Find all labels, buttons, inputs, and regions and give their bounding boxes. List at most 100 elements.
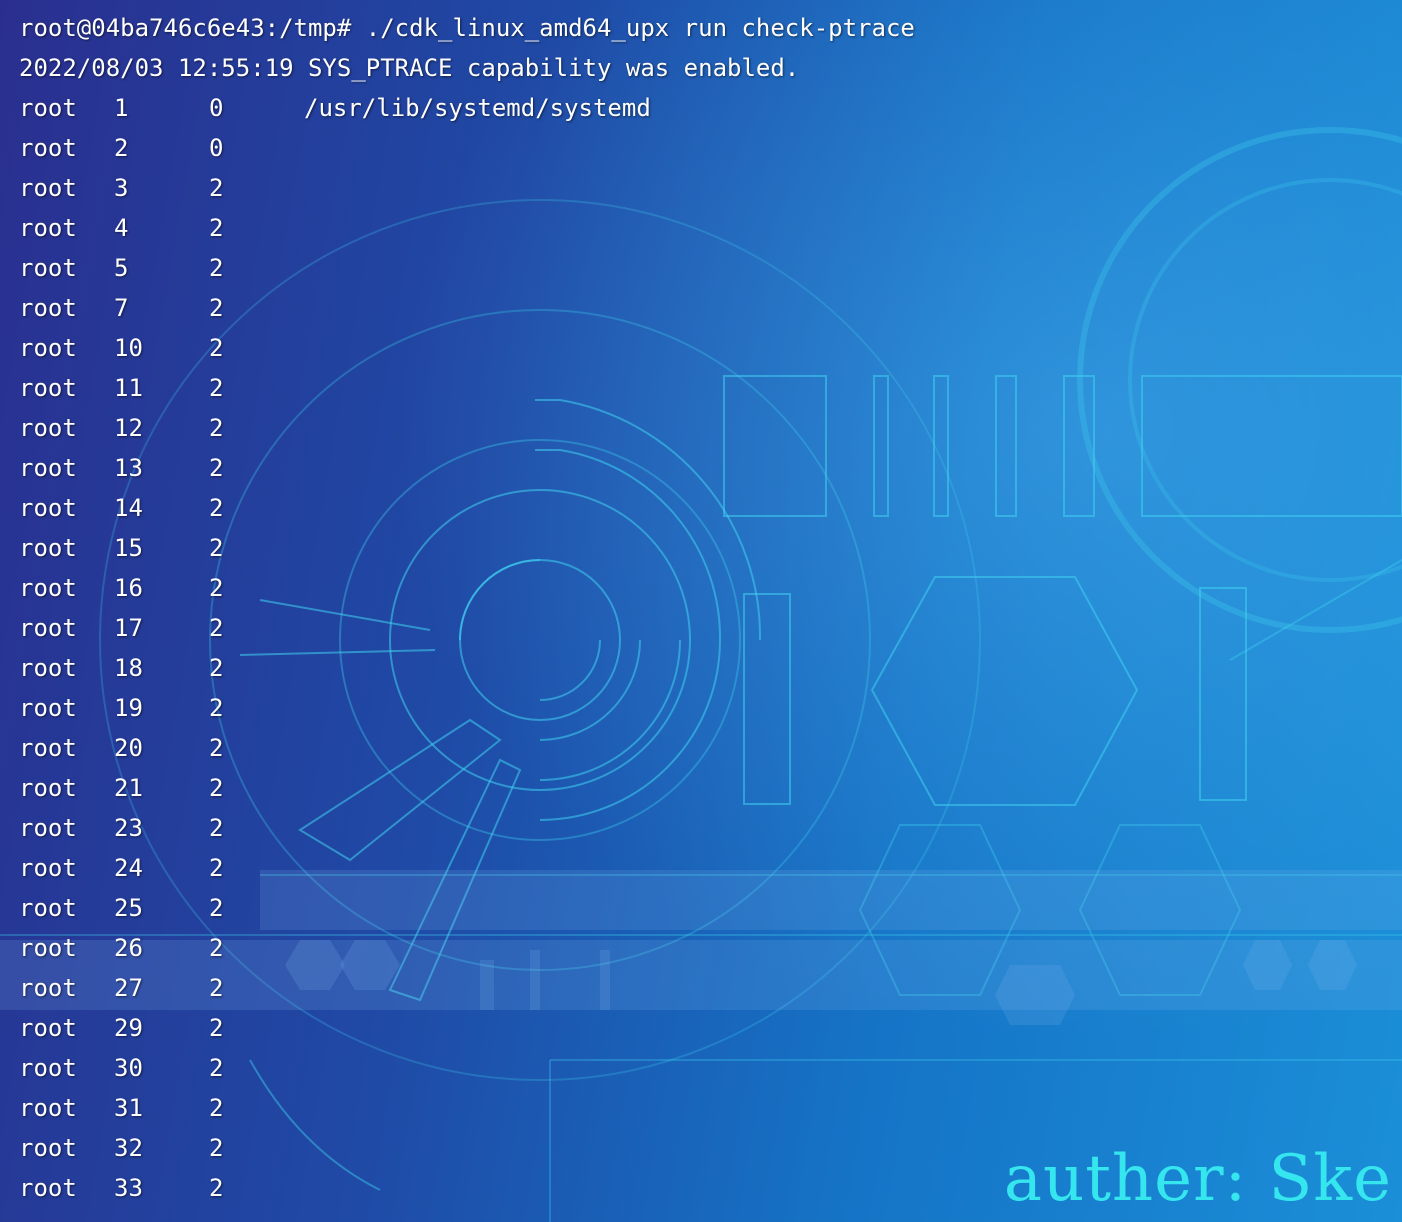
process-user: root xyxy=(19,94,77,122)
process-user: root xyxy=(19,774,77,802)
process-pid: 2 xyxy=(114,134,129,162)
process-pid: 12 xyxy=(114,414,143,442)
process-pid: 4 xyxy=(114,214,129,242)
process-pid: 16 xyxy=(114,574,143,602)
process-pid: 10 xyxy=(114,334,143,362)
process-ppid: 2 xyxy=(209,574,224,602)
process-ppid: 2 xyxy=(209,734,224,762)
process-user: root xyxy=(19,534,77,562)
process-row: root 7 2 xyxy=(19,288,1389,328)
process-user: root xyxy=(19,854,77,882)
process-row: root 4 2 xyxy=(19,208,1389,248)
process-user: root xyxy=(19,1174,77,1202)
process-pid: 27 xyxy=(114,974,143,1002)
process-row: root 29 2 xyxy=(19,1008,1389,1048)
process-user: root xyxy=(19,974,77,1002)
process-row: root 19 2 xyxy=(19,688,1389,728)
process-pid: 1 xyxy=(114,94,129,122)
process-ppid: 2 xyxy=(209,894,224,922)
process-row: root 24 2 xyxy=(19,848,1389,888)
process-row: root 2 0 xyxy=(19,128,1389,168)
process-user: root xyxy=(19,814,77,842)
process-row: root 15 2 xyxy=(19,528,1389,568)
process-row: root 10 2 xyxy=(19,328,1389,368)
process-row: root 1 0/usr/lib/systemd/systemd xyxy=(19,88,1389,128)
process-ppid: 2 xyxy=(209,534,224,562)
process-pid: 32 xyxy=(114,1134,143,1162)
process-ppid: 2 xyxy=(209,494,224,522)
process-ppid: 2 xyxy=(209,1094,224,1122)
process-user: root xyxy=(19,934,77,962)
process-ppid: 0 xyxy=(209,94,224,122)
process-ppid: 2 xyxy=(209,1134,224,1162)
process-ppid: 2 xyxy=(209,654,224,682)
process-pid: 5 xyxy=(114,254,129,282)
process-row: root 21 2 xyxy=(19,768,1389,808)
author-watermark: auther: Ske xyxy=(1003,1142,1392,1216)
process-row: root 30 2 xyxy=(19,1048,1389,1088)
process-pid: 30 xyxy=(114,1054,143,1082)
process-row: root 23 2 xyxy=(19,808,1389,848)
process-pid: 21 xyxy=(114,774,143,802)
process-pid: 14 xyxy=(114,494,143,522)
process-pid: 23 xyxy=(114,814,143,842)
process-row: root 18 2 xyxy=(19,648,1389,688)
process-ppid: 2 xyxy=(209,214,224,242)
process-ppid: 2 xyxy=(209,454,224,482)
process-pid: 33 xyxy=(114,1174,143,1202)
process-cmd: /usr/lib/systemd/systemd xyxy=(304,94,651,122)
command-line: root@04ba746c6e43:/tmp# ./cdk_linux_amd6… xyxy=(19,14,915,42)
process-row: root 3 2 xyxy=(19,168,1389,208)
process-row: root 14 2 xyxy=(19,488,1389,528)
process-user: root xyxy=(19,654,77,682)
process-user: root xyxy=(19,574,77,602)
process-ppid: 2 xyxy=(209,174,224,202)
process-pid: 3 xyxy=(114,174,129,202)
process-pid: 24 xyxy=(114,854,143,882)
status-line: 2022/08/03 12:55:19 SYS_PTRACE capabilit… xyxy=(19,54,800,82)
process-row: root 20 2 xyxy=(19,728,1389,768)
process-ppid: 2 xyxy=(209,934,224,962)
process-row: root 25 2 xyxy=(19,888,1389,928)
process-row: root 27 2 xyxy=(19,968,1389,1008)
process-user: root xyxy=(19,694,77,722)
process-ppid: 2 xyxy=(209,1054,224,1082)
process-row: root 5 2 xyxy=(19,248,1389,288)
process-user: root xyxy=(19,1054,77,1082)
process-pid: 26 xyxy=(114,934,143,962)
process-user: root xyxy=(19,414,77,442)
process-ppid: 2 xyxy=(209,774,224,802)
process-user: root xyxy=(19,1094,77,1122)
process-row: root 16 2 xyxy=(19,568,1389,608)
process-user: root xyxy=(19,1134,77,1162)
process-user: root xyxy=(19,294,77,322)
process-pid: 29 xyxy=(114,1014,143,1042)
process-pid: 20 xyxy=(114,734,143,762)
process-ppid: 2 xyxy=(209,974,224,1002)
process-user: root xyxy=(19,134,77,162)
process-pid: 11 xyxy=(114,374,143,402)
process-row: root 26 2 xyxy=(19,928,1389,968)
process-pid: 13 xyxy=(114,454,143,482)
process-ppid: 2 xyxy=(209,854,224,882)
process-pid: 7 xyxy=(114,294,129,322)
process-user: root xyxy=(19,1014,77,1042)
process-row: root 12 2 xyxy=(19,408,1389,448)
process-ppid: 0 xyxy=(209,134,224,162)
process-user: root xyxy=(19,494,77,522)
process-pid: 17 xyxy=(114,614,143,642)
process-row: root 31 2 xyxy=(19,1088,1389,1128)
process-user: root xyxy=(19,254,77,282)
process-list: root 1 0/usr/lib/systemd/systemd root 2 0 root… xyxy=(19,88,1389,1208)
process-ppid: 2 xyxy=(209,1014,224,1042)
process-user: root xyxy=(19,214,77,242)
process-row: root 11 2 xyxy=(19,368,1389,408)
process-user: root xyxy=(19,174,77,202)
process-ppid: 2 xyxy=(209,374,224,402)
process-user: root xyxy=(19,894,77,922)
process-pid: 18 xyxy=(114,654,143,682)
process-pid: 31 xyxy=(114,1094,143,1122)
process-user: root xyxy=(19,734,77,762)
process-row: root 13 2 xyxy=(19,448,1389,488)
terminal-output: root@04ba746c6e43:/tmp# ./cdk_linux_amd6… xyxy=(19,8,1389,1208)
